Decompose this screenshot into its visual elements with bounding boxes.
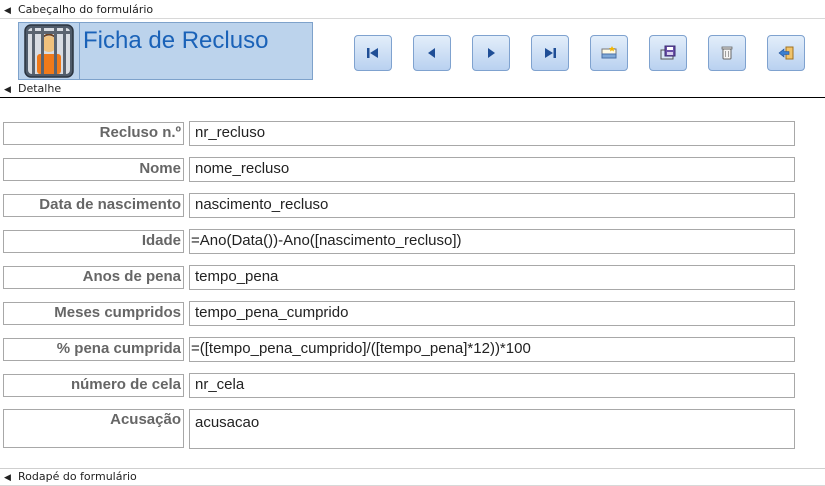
input-nr-cela[interactable]: nr_cela: [189, 373, 795, 398]
last-record-icon: [545, 48, 556, 58]
close-form-icon: [778, 46, 794, 60]
form-header: Ficha de Recluso: [0, 19, 825, 81]
input-nr-recluso[interactable]: nr_recluso: [189, 121, 795, 146]
form-footer-section-bar[interactable]: ◀ Rodapé do formulário: [0, 468, 825, 486]
section-collapse-icon: ◀: [4, 85, 11, 95]
form-header-section-bar[interactable]: ◀ Cabeçalho do formulário: [0, 2, 825, 19]
input-acusacao[interactable]: acusacao: [189, 409, 795, 449]
form-header-section-label: Cabeçalho do formulário: [18, 3, 154, 16]
field-label-numero-cela: número de cela: [3, 374, 184, 397]
first-record-icon: [367, 48, 378, 58]
input-pena-cumprida[interactable]: =([tempo_pena_cumprido]/([tempo_pena]*12…: [189, 337, 795, 362]
previous-record-button[interactable]: [413, 35, 451, 71]
input-nome-recluso[interactable]: nome_recluso: [189, 157, 795, 182]
delete-record-button[interactable]: [708, 35, 746, 71]
field-label-data-nascimento: Data de nascimento: [3, 194, 184, 217]
title-panel: Ficha de Recluso: [79, 22, 313, 80]
detail-section-bar[interactable]: ◀ Detalhe: [0, 81, 825, 98]
section-collapse-icon: ◀: [4, 6, 11, 16]
form-footer-section-label: Rodapé do formulário: [18, 470, 137, 483]
field-label-acusacao: Acusação: [3, 409, 184, 448]
prisoner-behind-bars-icon: [24, 24, 74, 78]
form-title: Ficha de Recluso: [83, 27, 269, 54]
save-record-icon: [660, 45, 676, 60]
next-record-icon: [488, 48, 495, 58]
close-form-button[interactable]: [767, 35, 805, 71]
delete-record-icon: [721, 46, 733, 60]
input-nascimento-recluso[interactable]: nascimento_recluso: [189, 193, 795, 218]
field-label-recluso-nr: Recluso n.º: [3, 122, 184, 145]
field-label-meses-cumpridos: Meses cumpridos: [3, 302, 184, 325]
new-record-icon: [601, 46, 617, 59]
save-record-button[interactable]: [649, 35, 687, 71]
input-idade[interactable]: =Ano(Data())-Ano([nascimento_recluso]): [189, 229, 795, 254]
first-record-button[interactable]: [354, 35, 392, 71]
field-label-idade: Idade: [3, 230, 184, 253]
input-tempo-pena-cumprido[interactable]: tempo_pena_cumprido: [189, 301, 795, 326]
field-label-anos-pena: Anos de pena: [3, 266, 184, 289]
form-detail: Recluso n.º nr_recluso Nome nome_recluso…: [0, 98, 825, 468]
section-collapse-icon: ◀: [4, 473, 11, 483]
last-record-button[interactable]: [531, 35, 569, 71]
next-record-button[interactable]: [472, 35, 510, 71]
field-label-nome: Nome: [3, 158, 184, 181]
detail-section-label: Detalhe: [18, 82, 62, 95]
new-record-button[interactable]: [590, 35, 628, 71]
previous-record-icon: [428, 48, 435, 58]
field-label-pena-cumprida: % pena cumprida: [3, 338, 184, 361]
prisoner-logo: [18, 22, 80, 80]
input-tempo-pena[interactable]: tempo_pena: [189, 265, 795, 290]
